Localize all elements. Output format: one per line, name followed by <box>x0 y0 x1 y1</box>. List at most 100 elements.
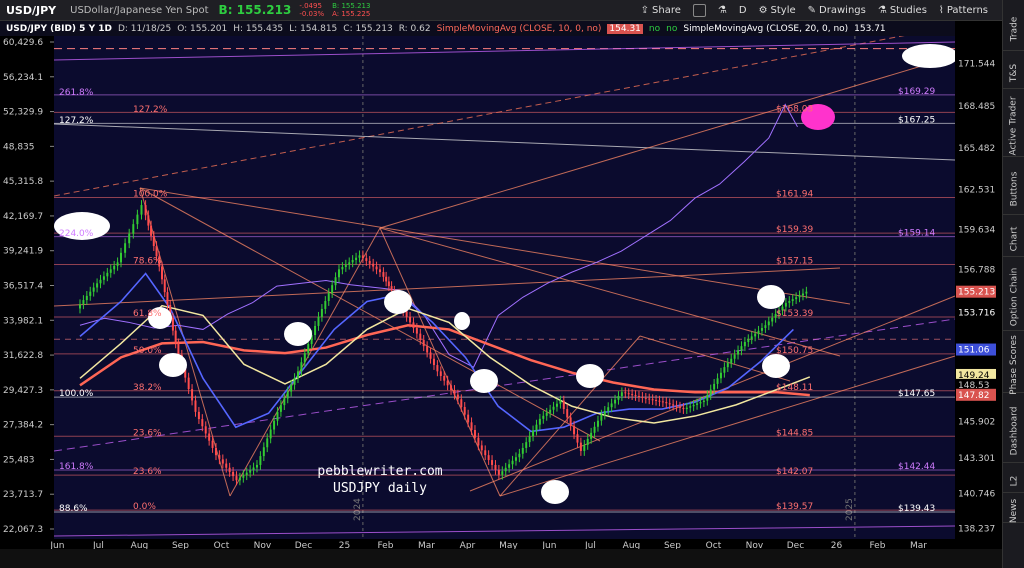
price-bar <box>805 291 808 294</box>
annotation-circle <box>902 44 958 68</box>
price-bar <box>637 396 640 398</box>
price-bar <box>644 397 647 399</box>
sidebar-tab-news[interactable]: News <box>1003 499 1024 523</box>
change-block: -.0495 -0.03% <box>299 2 324 18</box>
flask-icon: ⚗ <box>717 4 727 16</box>
right-axis-tick: 165.482 <box>958 144 995 154</box>
price-bar <box>242 475 245 478</box>
lab-button[interactable]: ⚗ <box>718 5 727 16</box>
price-bar <box>124 243 127 253</box>
price-bar <box>757 330 760 334</box>
sidebar-tab-active-trader[interactable]: Active Trader <box>1003 96 1024 157</box>
price-bar <box>791 299 794 302</box>
right-axis-tick: 140.746 <box>958 490 995 500</box>
grid-button[interactable] <box>692 3 706 17</box>
price-bar <box>144 205 147 216</box>
sidebar-tab-l2[interactable]: L2 <box>1003 470 1024 493</box>
level-price-label: $147.65 <box>898 389 935 399</box>
left-axis-tick: 29,427.3 <box>3 386 43 396</box>
price-chart[interactable]: 2024 2025 $168.03 $169.29 $167.25 $161.94 $159… <box>0 36 1002 549</box>
price-bar <box>689 406 692 408</box>
price-bar <box>555 403 558 407</box>
price-bar <box>501 471 504 475</box>
x-axis-label: Oct <box>214 541 230 549</box>
price-bar <box>672 404 675 406</box>
price-bar <box>784 302 787 307</box>
left-axis-tick: 23,713.7 <box>3 490 43 500</box>
price-bar <box>409 316 412 323</box>
x-axis-label: Apr <box>460 541 476 549</box>
price-bar <box>221 459 224 464</box>
fib-percent-label: 224.0% <box>59 229 94 239</box>
price-bar <box>699 402 702 404</box>
price-bar <box>422 339 425 347</box>
right-axis-tick: 156.788 <box>958 266 995 276</box>
annotation-circle <box>454 312 470 330</box>
price-bar <box>473 430 476 438</box>
price-bar <box>491 460 494 465</box>
right-axis-tick: 138.237 <box>958 525 995 535</box>
price-bar <box>99 279 102 284</box>
price-badge-label: 151.06 <box>958 346 990 356</box>
price-bar <box>706 395 709 401</box>
price-bar <box>279 405 282 412</box>
share-button[interactable]: ⇪ Share <box>641 5 681 16</box>
price-bar <box>754 333 757 337</box>
style-button[interactable]: ⚙ Style <box>759 5 796 16</box>
info-range: R: 0.62 <box>398 23 431 34</box>
level-price-label: $142.07 <box>776 467 813 477</box>
aggregation-button[interactable]: D <box>739 5 747 16</box>
price-bar <box>155 246 158 257</box>
share-icon: ⇪ <box>640 4 650 16</box>
price-bar <box>276 411 279 421</box>
price-bar <box>262 447 265 457</box>
price-bar <box>429 352 432 359</box>
fib-percent-label: 100.0% <box>59 389 94 399</box>
level-price-label: $159.39 <box>776 225 813 235</box>
fib-percent-label: 161.8% <box>59 462 94 472</box>
watermark-text: pebblewriter.com <box>317 464 442 479</box>
right-axis-tick: 143.301 <box>958 454 995 464</box>
level-price-label: $142.44 <box>898 462 935 472</box>
sma10-label[interactable]: SimpleMovingAvg (CLOSE, 10, 0, no) <box>437 24 602 34</box>
studies-label: Studies <box>889 4 927 16</box>
sidebar-tab-phase-scores[interactable]: Phase Scores <box>1003 335 1024 395</box>
patterns-button[interactable]: ⌇ Patterns <box>939 5 988 16</box>
left-axis-tick: 39,241.9 <box>3 247 43 257</box>
fib-percent-label: 38.2% <box>133 383 162 393</box>
price-bar <box>709 389 712 396</box>
price-bar <box>549 409 552 413</box>
drawings-button[interactable]: ✎ Drawings <box>808 5 866 16</box>
sma20-label[interactable]: SimpleMovingAvg (CLOSE, 20, 0, no) <box>683 24 848 34</box>
price-bar <box>737 350 740 355</box>
price-bar <box>607 407 610 411</box>
symbol-label[interactable]: USD/JPY <box>6 4 56 17</box>
price-bar <box>477 437 480 446</box>
studies-button[interactable]: ⚗ Studies <box>878 5 927 16</box>
price-bar <box>552 406 555 410</box>
sidebar-tab-dashboard[interactable]: Dashboard <box>1003 400 1024 463</box>
price-bar <box>174 330 177 344</box>
chart-title: USDJPY daily <box>333 481 427 496</box>
price-bar <box>390 286 393 291</box>
sidebar-tab-option-chain[interactable]: Option Chain <box>1003 264 1024 331</box>
x-axis-label: 25 <box>339 541 350 549</box>
price-bar <box>730 358 733 363</box>
price-bar <box>713 383 716 390</box>
price-bar <box>147 215 150 226</box>
level-price-label: $161.94 <box>776 190 813 200</box>
sidebar-tab-trade[interactable]: Trade <box>1003 8 1024 51</box>
left-axis-tick: 45,315.8 <box>3 177 43 187</box>
year-marker: 2025 <box>845 498 855 521</box>
sidebar-tab-chart[interactable]: Chart <box>1003 222 1024 257</box>
price-bar <box>788 301 791 303</box>
price-bar <box>764 325 767 329</box>
price-bar <box>655 399 658 401</box>
annotation-circle <box>384 290 412 314</box>
grid-icon <box>692 3 706 17</box>
sidebar-tab-t-s[interactable]: T&S <box>1003 58 1024 89</box>
chart-title-info: USD/JPY (BID) 5 Y 1D <box>6 23 112 34</box>
sidebar-tab-buttons[interactable]: Buttons <box>1003 164 1024 215</box>
price-bar <box>337 269 340 278</box>
level-price-label: $167.25 <box>898 115 935 125</box>
